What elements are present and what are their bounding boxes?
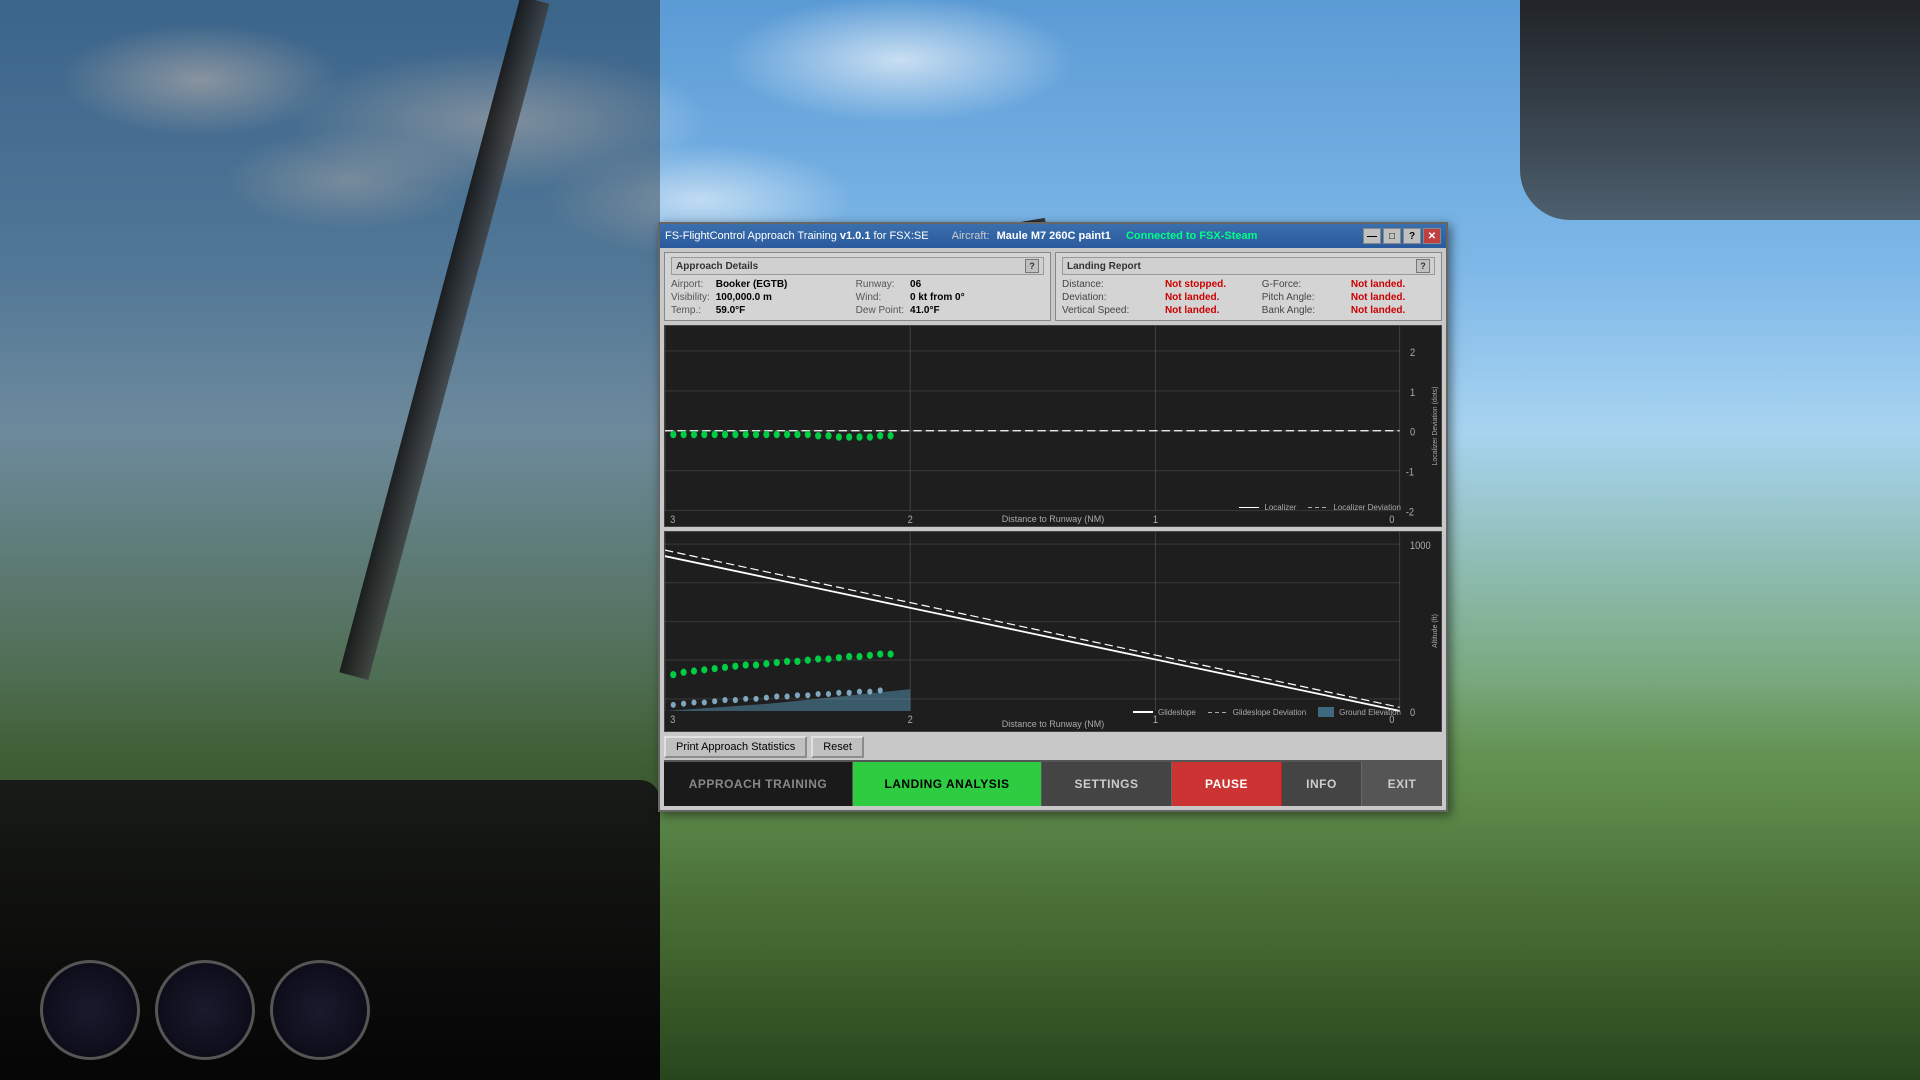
info-button[interactable]: INFO: [1282, 762, 1362, 806]
legend-glideslope-deviation: Glideslope Deviation: [1208, 708, 1306, 717]
airport-label: Airport:: [671, 279, 710, 290]
svg-text:1: 1: [1153, 514, 1158, 525]
chart-buttons: Print Approach Statistics Reset: [664, 736, 864, 758]
svg-text:1000: 1000: [1410, 540, 1431, 552]
g-force-value: Not landed.: [1351, 279, 1435, 290]
gauge-3: [270, 960, 370, 1060]
close-button[interactable]: ✕: [1423, 228, 1441, 244]
landing-report-panel: Landing Report ? Distance: Not stopped. …: [1055, 252, 1442, 321]
aircraft-label: Aircraft:: [952, 230, 990, 242]
maximize-button[interactable]: □: [1383, 228, 1401, 244]
visibility-value: 100,000.0 m: [716, 292, 850, 303]
glideslope-chart-legend: Glideslope Glideslope Deviation Ground E…: [1133, 707, 1401, 717]
app-version-label: v1.0.1: [840, 230, 871, 242]
legend-glideslope: Glideslope: [1133, 708, 1196, 717]
landing-report-grid: Distance: Not stopped. G-Force: Not land…: [1062, 279, 1435, 316]
visibility-label: Visibility:: [671, 292, 710, 303]
bottom-controls: Print Approach Statistics Reset: [664, 736, 1442, 758]
connection-status-label: Connected to FSX-Steam: [1126, 230, 1257, 242]
svg-text:2: 2: [908, 714, 914, 726]
svg-text:3: 3: [670, 514, 675, 525]
legend-localizer-deviation: Localizer Deviation: [1308, 503, 1401, 512]
approach-details-title: Approach Details: [676, 261, 758, 272]
glideslope-x-axis-title: Distance to Runway (NM): [1002, 719, 1105, 729]
for-label: for: [874, 230, 890, 242]
title-bar-text: FS-FlightControl Approach Training v1.0.…: [665, 230, 1363, 242]
svg-text:-2: -2: [1406, 507, 1415, 519]
top-panels: Approach Details ? Airport: Booker (EGTB…: [664, 252, 1442, 321]
dew-point-value: 41.0°F: [910, 305, 1044, 316]
wind-label: Wind:: [856, 292, 904, 303]
legend-localizer: Localizer: [1239, 503, 1296, 512]
landing-report-help-icon[interactable]: ?: [1416, 259, 1430, 273]
title-bar-buttons: — □ ? ✕: [1363, 228, 1441, 244]
dashboard: [0, 780, 660, 1080]
wind-value: 0 kt from 0°: [910, 292, 1044, 303]
svg-text:1: 1: [1410, 387, 1415, 399]
deviation-label: Deviation:: [1062, 292, 1159, 303]
svg-text:2: 2: [908, 514, 913, 525]
exit-button[interactable]: EXIT: [1362, 762, 1442, 806]
svg-text:3: 3: [670, 714, 676, 726]
landing-report-title: Landing Report: [1067, 261, 1141, 272]
vertical-speed-value: Not landed.: [1165, 305, 1256, 316]
approach-details-panel: Approach Details ? Airport: Booker (EGTB…: [664, 252, 1051, 321]
gauge-2: [155, 960, 255, 1060]
charts-area: 3 2 1 0 2 1 0 -1 -2 Distance to Runway (…: [664, 325, 1442, 732]
legend-ground-elevation: Ground Elevation: [1318, 707, 1401, 717]
settings-button[interactable]: SETTINGS: [1042, 762, 1172, 806]
glideslope-chart: 3 2 1 0 1000 0 Distance to Runway (NM) A…: [664, 531, 1442, 733]
distance-label: Distance:: [1062, 279, 1159, 290]
approach-details-help-icon[interactable]: ?: [1025, 259, 1039, 273]
minimize-button[interactable]: —: [1363, 228, 1381, 244]
pause-button[interactable]: PAUSE: [1172, 762, 1282, 806]
airport-value: Booker (EGTB): [716, 279, 850, 290]
g-force-label: G-Force:: [1262, 279, 1345, 290]
distance-value: Not stopped.: [1165, 279, 1256, 290]
pitch-angle-value: Not landed.: [1351, 292, 1435, 303]
nav-bar: APPROACH TRAINING LANDING ANALYSIS SETTI…: [664, 760, 1442, 806]
deviation-value: Not landed.: [1165, 292, 1256, 303]
app-window: FS-FlightControl Approach Training v1.0.…: [658, 222, 1448, 812]
temp-value: 59.0°F: [716, 305, 850, 316]
sim-label: FSX:SE: [889, 230, 928, 242]
content-area: Approach Details ? Airport: Booker (EGTB…: [660, 248, 1446, 810]
runway-label: Runway:: [856, 279, 904, 290]
svg-text:0: 0: [1410, 427, 1415, 439]
temp-label: Temp.:: [671, 305, 710, 316]
svg-text:0: 0: [1410, 707, 1416, 719]
bank-angle-value: Not landed.: [1351, 305, 1435, 316]
cockpit-top-right: [1520, 0, 1920, 220]
svg-text:-1: -1: [1406, 467, 1415, 479]
runway-value: 06: [910, 279, 1044, 290]
pitch-angle-label: Pitch Angle:: [1262, 292, 1345, 303]
glideslope-chart-svg: 3 2 1 0 1000 0: [665, 532, 1441, 732]
localizer-chart-svg: 3 2 1 0 2 1 0 -1 -2: [665, 326, 1441, 526]
bank-angle-label: Bank Angle:: [1262, 305, 1345, 316]
help-button[interactable]: ?: [1403, 228, 1421, 244]
reset-button[interactable]: Reset: [811, 736, 864, 758]
svg-text:2: 2: [1410, 347, 1415, 359]
glideslope-y-axis-label: Altitude (ft): [1430, 612, 1441, 650]
dew-point-label: Dew Point:: [856, 305, 904, 316]
gauge-1: [40, 960, 140, 1060]
localizer-y-axis-label: Localizer Deviation (dots): [1430, 384, 1441, 467]
print-stats-button[interactable]: Print Approach Statistics: [664, 736, 807, 758]
landing-analysis-button[interactable]: LANDING ANALYSIS: [853, 762, 1042, 806]
app-name-label: FS-FlightControl Approach Training: [665, 230, 837, 242]
localizer-chart: 3 2 1 0 2 1 0 -1 -2 Distance to Runway (…: [664, 325, 1442, 527]
approach-details-grid: Airport: Booker (EGTB) Runway: 06 Visibi…: [671, 279, 1044, 316]
approach-training-button[interactable]: APPROACH TRAINING: [664, 762, 853, 806]
instrument-panel: [40, 960, 370, 1060]
vertical-speed-label: Vertical Speed:: [1062, 305, 1159, 316]
title-bar: FS-FlightControl Approach Training v1.0.…: [660, 224, 1446, 248]
localizer-x-axis-title: Distance to Runway (NM): [1002, 514, 1105, 524]
aircraft-name-label: Maule M7 260C paint1: [997, 230, 1111, 242]
localizer-chart-legend: Localizer Localizer Deviation: [1239, 503, 1401, 512]
svg-text:0: 0: [1389, 514, 1394, 525]
